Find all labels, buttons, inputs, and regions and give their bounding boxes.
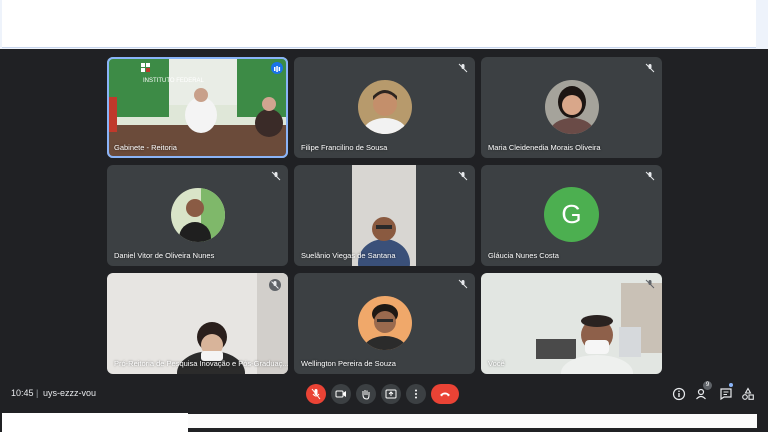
meeting-code[interactable]: uys-ezzz-vou [43, 388, 96, 398]
info-icon[interactable] [672, 387, 686, 401]
present-screen-icon [385, 389, 397, 399]
chat-notification-dot [729, 383, 733, 387]
participant-name: Filipe Francilino de Sousa [301, 143, 388, 152]
participant-tile[interactable]: Daniel Vitor de Oliveira Nunes [107, 165, 288, 266]
microphone-off-icon [458, 63, 468, 73]
browser-top-strip [0, 0, 768, 49]
meeting-time: 10:45 [11, 388, 34, 398]
avatar [358, 296, 412, 350]
camera-toggle-button[interactable] [331, 384, 351, 404]
microphone-off-icon [271, 171, 281, 181]
participant-tile[interactable]: Você [481, 273, 662, 374]
avatar: G [544, 187, 599, 242]
activities-icon[interactable] [741, 387, 755, 401]
self-video [481, 273, 662, 374]
participant-name: Wellington Pereira de Souza [301, 359, 396, 368]
participant-name: Gláucia Nunes Costa [488, 251, 559, 260]
participant-tile[interactable]: Suelânio Viegas de Santana [294, 165, 475, 266]
participant-name: Maria Cleidenedia Morais Oliveira [488, 143, 601, 152]
present-screen-button[interactable] [381, 384, 401, 404]
microphone-off-icon [645, 279, 655, 289]
participant-tile[interactable]: INSTITUTO FEDERAL Gabinete - Reitoria [107, 57, 288, 158]
microphone-off-icon [645, 171, 655, 181]
participant-tile[interactable]: Pró-Reitoria de Pesquisa Inovação e Pós-… [107, 273, 288, 374]
participant-name: Você [488, 359, 505, 368]
end-call-button[interactable] [431, 384, 459, 404]
microphone-off-icon [311, 388, 321, 400]
raise-hand-button[interactable] [356, 384, 376, 404]
avatar [171, 188, 225, 242]
more-options-icon [415, 389, 417, 399]
participant-tile[interactable]: Wellington Pereira de Souza [294, 273, 475, 374]
participant-tile[interactable]: G Gláucia Nunes Costa [481, 165, 662, 266]
microphone-off-icon [269, 279, 281, 291]
participant-name: Gabinete - Reitoria [114, 143, 177, 152]
participant-name: Daniel Vitor de Oliveira Nunes [114, 251, 215, 260]
participant-tile[interactable]: Filipe Francilino de Sousa [294, 57, 475, 158]
institution-sign: INSTITUTO FEDERAL [143, 78, 205, 84]
participant-name: Suelânio Viegas de Santana [301, 251, 396, 260]
raise-hand-icon [362, 390, 370, 400]
participant-count-badge: 9 [703, 381, 712, 390]
separator: | [36, 388, 39, 398]
more-options-button[interactable] [406, 384, 426, 404]
microphone-off-icon [645, 63, 655, 73]
chat-icon[interactable] [719, 387, 733, 401]
camera-icon [335, 390, 346, 398]
avatar [358, 80, 412, 134]
microphone-off-icon [458, 171, 468, 181]
speaking-indicator-icon [271, 62, 283, 74]
avatar [545, 80, 599, 134]
top-white-bar [2, 0, 756, 48]
microphone-off-icon [458, 279, 468, 289]
microphone-toggle-button[interactable] [306, 384, 326, 404]
end-call-icon [440, 392, 450, 397]
taskbar-region [22, 428, 188, 432]
participant-tile[interactable]: Maria Cleidenedia Morais Oliveira [481, 57, 662, 158]
taskbar-region [188, 414, 757, 428]
participant-name: Pró-Reitoria de Pesquisa Inovação e Pós-… [114, 359, 288, 368]
meeting-toolbar: 10:45 | uys-ezzz-vou 9 [0, 376, 768, 410]
